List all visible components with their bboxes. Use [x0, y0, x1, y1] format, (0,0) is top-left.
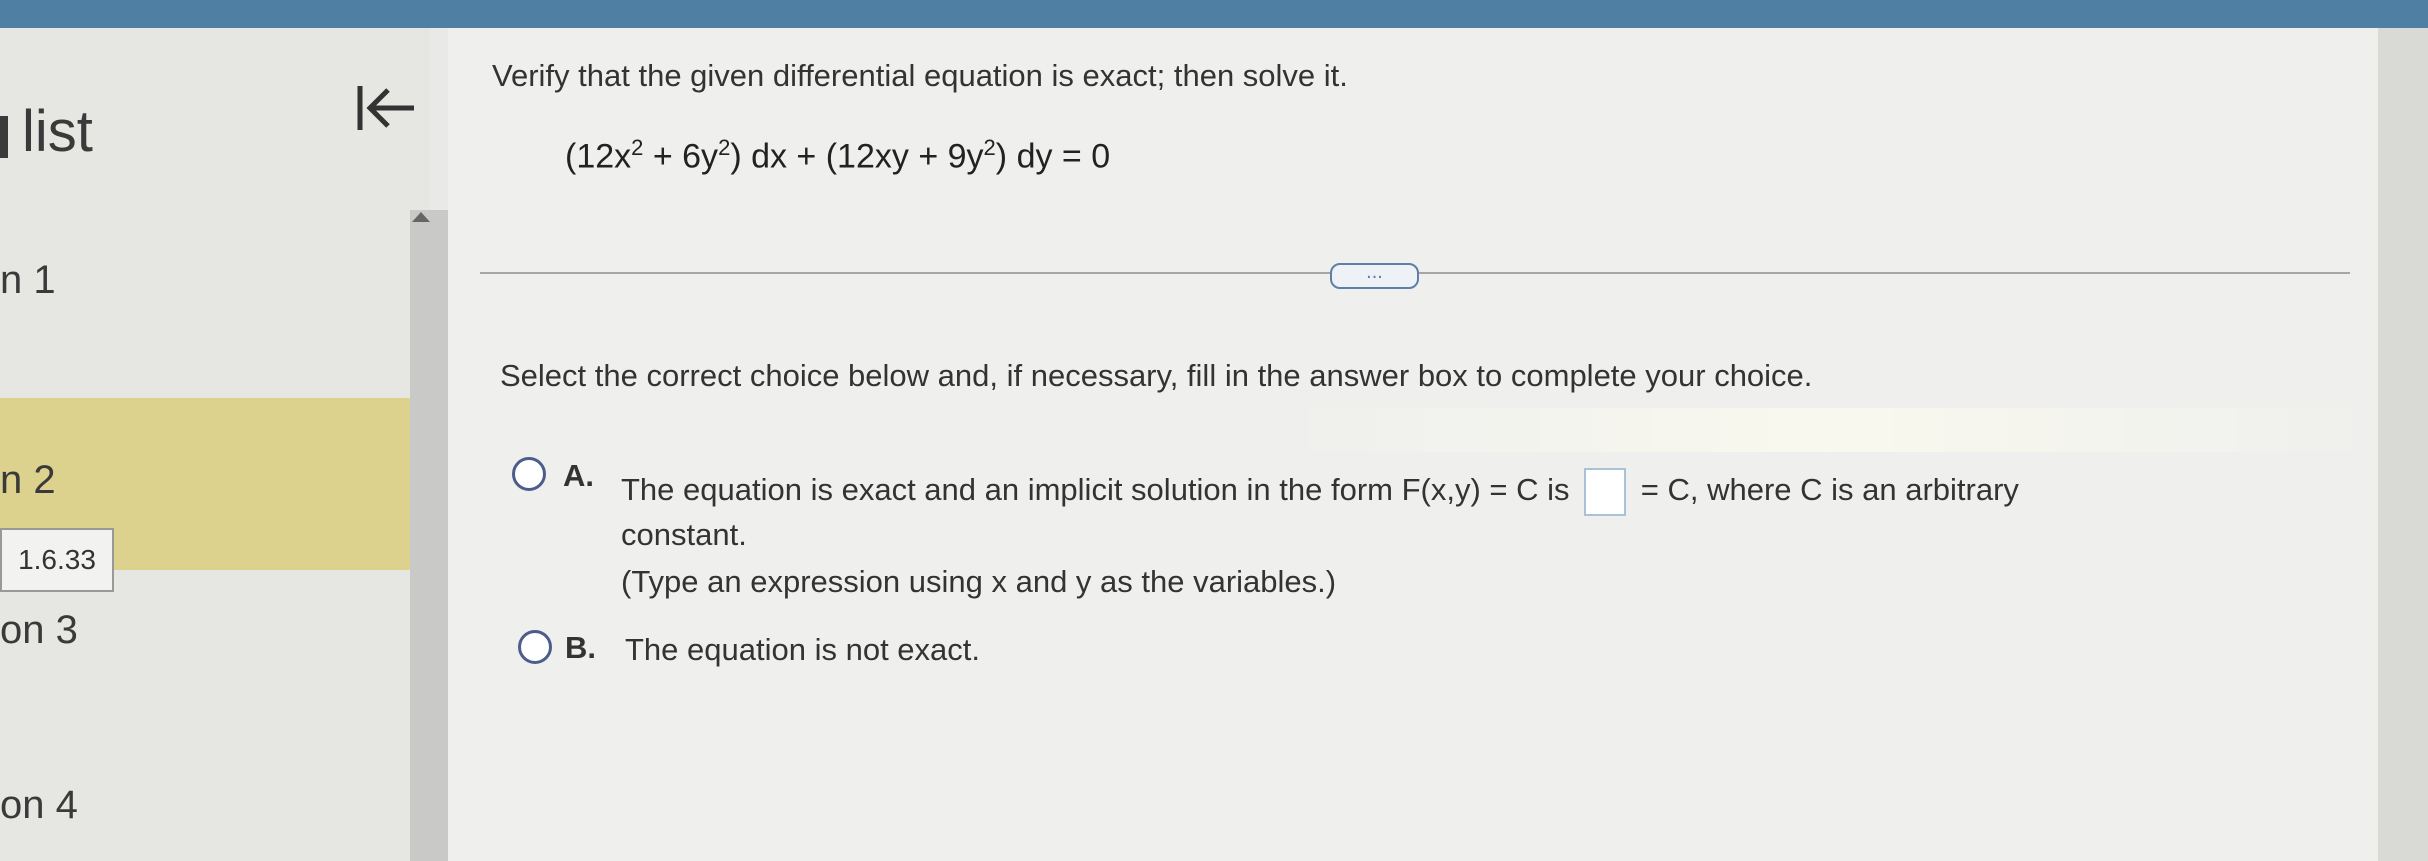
choice-a-text-before: The equation is exact and an implicit so… — [621, 472, 1570, 508]
eq-part-4: ) dy = 0 — [995, 137, 1111, 176]
show-more-button[interactable]: ... — [1330, 262, 1419, 289]
right-edge — [2378, 28, 2428, 861]
answer-input-box[interactable] — [1584, 468, 1627, 516]
eq-part-2: + 6y — [643, 137, 719, 176]
choice-a-radio[interactable] — [512, 457, 546, 491]
sidebar-item-question-4[interactable]: on 4 — [0, 783, 78, 828]
choice-a-letter: A. — [563, 458, 594, 493]
eq-exp-2: 2 — [718, 135, 731, 160]
eq-exp-1: 2 — [631, 135, 644, 160]
choice-prompt: Select the correct choice below and, if … — [500, 358, 1813, 393]
screen-glare — [1280, 408, 2380, 452]
eq-part-1: (12x — [565, 137, 632, 176]
eq-part-3: ) dx + (12xy + 9y — [730, 137, 984, 176]
sidebar-title: list — [0, 99, 93, 164]
choice-a-hint: (Type an expression using x and y as the… — [621, 564, 1337, 599]
sidebar-item-question-3[interactable]: on 3 — [0, 608, 78, 653]
choice-b-text: The equation is not exact. — [625, 632, 981, 667]
choice-a-line2: constant. — [621, 517, 747, 552]
choice-b-letter: B. — [565, 630, 596, 665]
question-badge: 1.6.33 — [0, 528, 114, 592]
choice-b-radio[interactable] — [518, 630, 552, 664]
scroll-up-arrow-icon[interactable] — [412, 212, 430, 222]
differential-equation: (12x2 + 6y2) dx + (12xy + 9y2) dy = 0 — [565, 135, 1110, 176]
question-instruction: Verify that the given differential equat… — [492, 58, 1348, 93]
sidebar-item-question-1[interactable]: n 1 — [0, 258, 56, 303]
choice-a-text: The equation is exact and an implicit so… — [621, 468, 2181, 516]
collapse-sidebar-icon[interactable] — [352, 78, 422, 138]
eq-exp-3: 2 — [983, 135, 996, 160]
top-bar — [0, 0, 2428, 28]
sidebar-item-label: n 2 — [0, 458, 56, 502]
sidebar-scrollbar[interactable] — [410, 210, 448, 861]
question-list-sidebar: list n 1 n 2 1.6.33 on 3 on 4 — [0, 28, 430, 861]
choice-a-text-after: = C, where C is an arbitrary — [1640, 472, 2019, 508]
